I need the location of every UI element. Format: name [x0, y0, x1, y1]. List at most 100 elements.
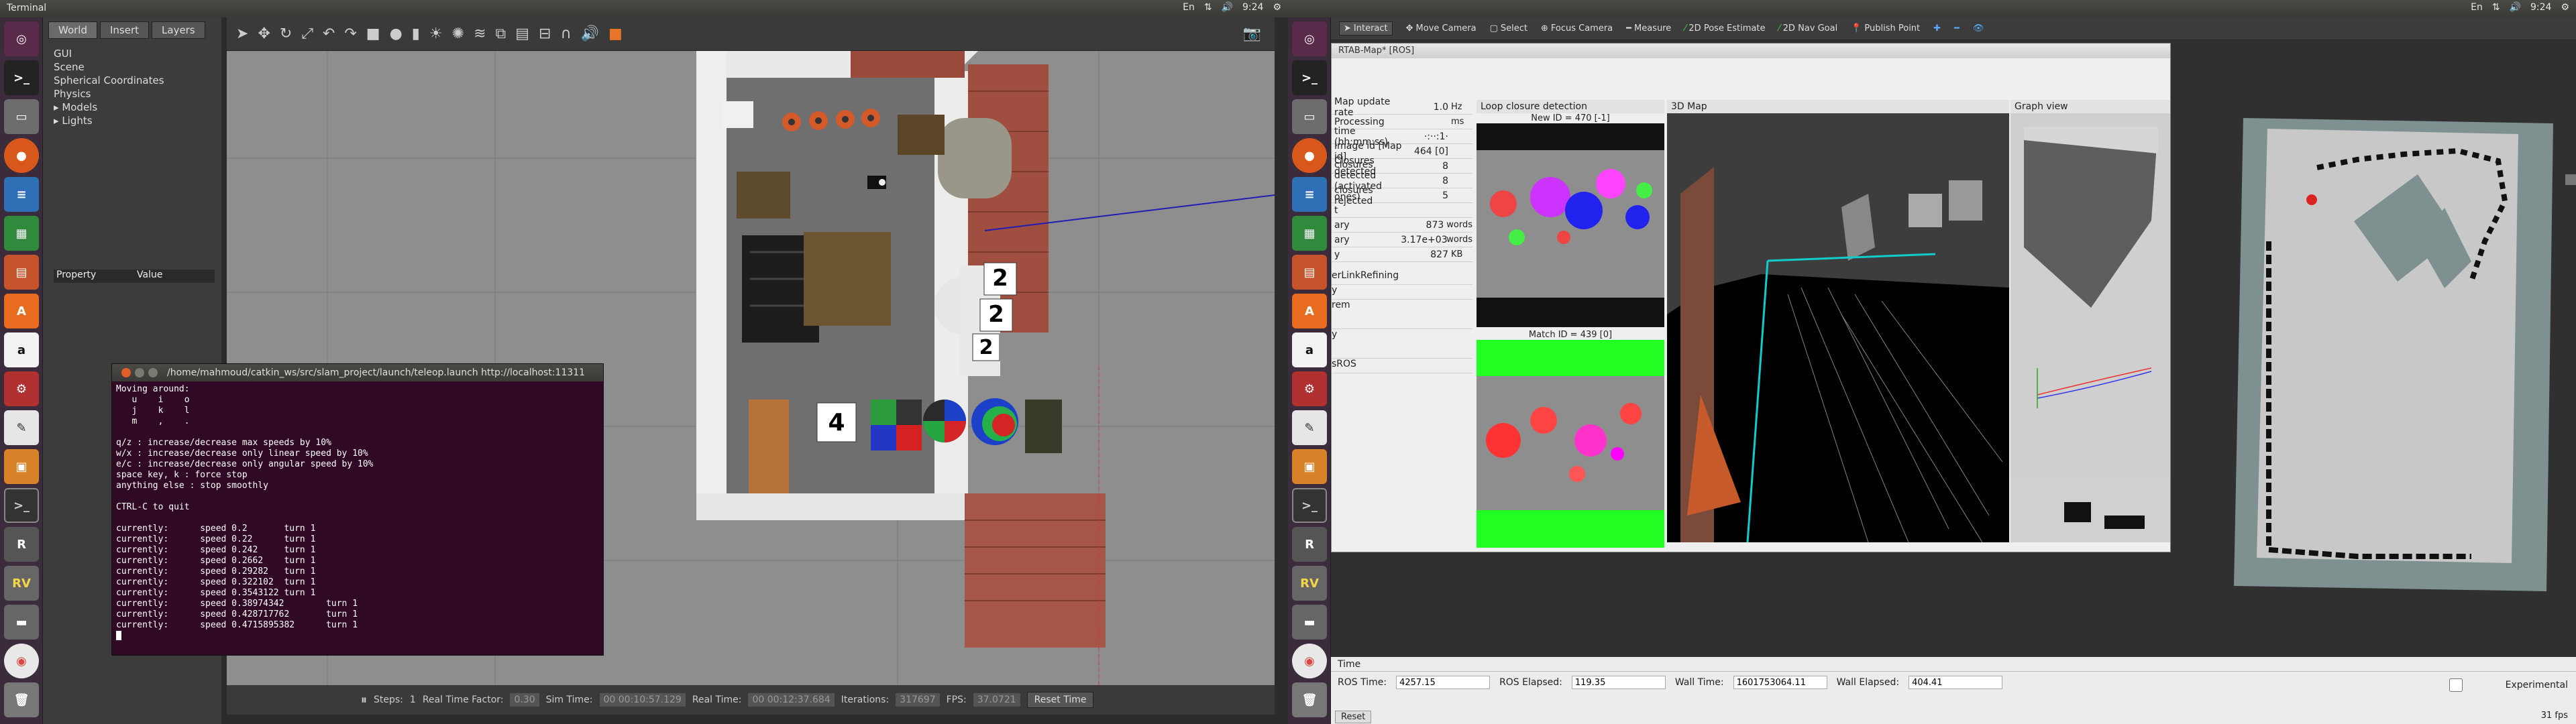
box-icon[interactable]: ▣ — [1292, 449, 1327, 484]
select-tool-icon[interactable]: ➤ — [236, 25, 248, 42]
firefox-icon[interactable]: ● — [4, 138, 39, 173]
experimental-option[interactable]: Experimental — [2408, 678, 2568, 692]
tree-item-physics[interactable]: Physics — [54, 87, 211, 101]
settings-app-icon[interactable]: ⚙ — [1292, 371, 1327, 406]
terminal2-icon[interactable]: >_ — [4, 488, 39, 523]
disk-icon[interactable]: ▬ — [1292, 605, 1327, 640]
snap-icon[interactable]: ∩ — [560, 25, 571, 42]
tool-select[interactable]: ▢ Select — [1490, 23, 1527, 34]
tool-interact[interactable]: ➤ Interact — [1339, 21, 1393, 36]
map3d-view[interactable] — [1667, 113, 2009, 543]
trash-icon[interactable]: 🗑 — [1292, 682, 1327, 717]
box-shape-icon[interactable]: ■ — [366, 25, 380, 42]
keyboard-indicator[interactable]: En — [2471, 2, 2483, 13]
dirlight-icon[interactable]: ≋ — [474, 25, 486, 42]
disk-icon[interactable]: ▬ — [4, 605, 39, 640]
reset-button[interactable]: Reset — [1335, 711, 1372, 723]
box-icon[interactable]: ▣ — [4, 449, 39, 484]
settings-icon[interactable]: ⚙ — [1273, 2, 1281, 13]
impress-icon[interactable]: ▤ — [4, 255, 39, 290]
impress-icon[interactable]: ▤ — [1292, 255, 1327, 290]
tree-item-models[interactable]: ▸ Models — [54, 101, 211, 114]
ros-time-field[interactable] — [1396, 676, 1491, 689]
side-item-2[interactable]: y — [1332, 285, 1472, 300]
align-icon[interactable]: ⊟ — [539, 25, 551, 42]
network-icon[interactable]: ⇅ — [1204, 2, 1212, 13]
audio-icon[interactable]: 🔊 — [581, 25, 599, 42]
rviz2-icon[interactable]: RV — [4, 566, 39, 601]
text-editor-icon[interactable]: ✎ — [4, 410, 39, 445]
ros-elapsed-field[interactable] — [1571, 676, 1666, 689]
paste-icon[interactable]: ▤ — [515, 25, 529, 42]
terminal2-icon[interactable]: >_ — [1292, 488, 1327, 523]
rtabmap-window[interactable]: RTAB-Map* [ROS] Map update rate 1.0 Hz Proc… — [1331, 43, 2171, 552]
calc-icon[interactable]: ▦ — [4, 216, 39, 251]
redo-icon[interactable]: ↷ — [344, 25, 356, 42]
chrome-icon[interactable]: ◉ — [1292, 644, 1327, 678]
experimental-checkbox[interactable] — [2408, 678, 2503, 692]
chrome-icon[interactable]: ◉ — [4, 644, 39, 678]
pointlight-icon[interactable]: ☀ — [429, 25, 443, 42]
camera-type-icon[interactable]: 👁 — [1973, 23, 1984, 34]
translate-tool-icon[interactable]: ✥ — [258, 25, 270, 42]
tab-layers[interactable]: Layers — [152, 21, 205, 39]
side-item-5[interactable]: sROS — [1332, 359, 1472, 373]
plus-icon[interactable]: ✚ — [1933, 23, 1941, 34]
terminal-titlebar[interactable]: /home/mahmoud/catkin_ws/src/slam_project… — [112, 364, 603, 381]
tab-world[interactable]: World — [48, 21, 97, 39]
map3d-panel[interactable]: 3D Map — [1667, 100, 2009, 543]
tool-move-camera[interactable]: ✥ Move Camera — [1406, 23, 1477, 34]
rviz-icon[interactable]: R — [4, 527, 39, 562]
sphere-shape-icon[interactable]: ● — [390, 25, 402, 42]
tool-publish-point[interactable]: 📍 Publish Point — [1851, 23, 1920, 34]
software-icon[interactable]: A — [4, 294, 39, 328]
minus-icon[interactable]: ━ — [1954, 23, 1960, 34]
orange-view-icon[interactable]: ■ — [608, 25, 623, 42]
clock[interactable]: 9:24 — [2530, 2, 2551, 13]
tab-insert[interactable]: Insert — [100, 21, 150, 39]
calc-icon[interactable]: ▦ — [1292, 216, 1327, 251]
writer-icon[interactable]: ≡ — [4, 177, 39, 212]
spotlight-icon[interactable]: ✺ — [452, 25, 464, 42]
terminal-icon[interactable]: >_ — [4, 60, 39, 95]
graph-view[interactable] — [2010, 113, 2170, 542]
cylinder-shape-icon[interactable]: ▮ — [412, 25, 420, 42]
text-editor-icon[interactable]: ✎ — [1292, 410, 1327, 445]
terminal-icon[interactable]: >_ — [1292, 60, 1327, 95]
clock[interactable]: 9:24 — [1242, 2, 1263, 13]
amazon-icon[interactable]: a — [4, 333, 39, 367]
wall-time-field[interactable] — [1733, 676, 1827, 689]
terminal-window[interactable]: /home/mahmoud/catkin_ws/src/slam_project… — [111, 363, 604, 656]
writer-icon[interactable]: ≡ — [1292, 177, 1327, 212]
tool-nav-goal[interactable]: ⁄ 2D Nav Goal — [1778, 23, 1837, 34]
maximize-icon[interactable] — [148, 368, 158, 377]
scale-tool-icon[interactable]: ⤢ — [301, 25, 313, 42]
pause-button[interactable]: ⏸ — [361, 693, 367, 707]
close-icon[interactable] — [121, 368, 131, 377]
terminal-output[interactable]: Moving around: u i o j k l m , . q/z : in… — [112, 381, 603, 646]
tree-item-gui[interactable]: GUI — [54, 47, 211, 60]
rotate-tool-icon[interactable]: ↻ — [280, 25, 292, 42]
files-icon[interactable]: ▭ — [1292, 99, 1327, 134]
reset-time-button[interactable]: Reset Time — [1026, 692, 1094, 708]
side-item-1[interactable]: erLinkRefining — [1332, 270, 1472, 285]
tool-pose-estimate[interactable]: ⁄ 2D Pose Estimate — [1684, 23, 1765, 34]
copy-icon[interactable]: ⧉ — [496, 25, 506, 42]
keyboard-indicator[interactable]: En — [1183, 2, 1195, 13]
settings-icon[interactable]: ⚙ — [2561, 2, 2569, 13]
minimize-icon[interactable] — [135, 368, 144, 377]
dash-icon[interactable]: ◎ — [4, 21, 39, 56]
volume-icon[interactable]: 🔊 — [1222, 2, 1233, 13]
network-icon[interactable]: ⇅ — [2492, 2, 2500, 13]
rviz2-icon[interactable]: RV — [1292, 566, 1327, 601]
wall-elapsed-field[interactable] — [1909, 676, 2003, 689]
rviz-icon[interactable]: R — [1292, 527, 1327, 562]
dash-icon[interactable]: ◎ — [1292, 21, 1327, 56]
tool-focus-camera[interactable]: ⊕ Focus Camera — [1541, 23, 1613, 34]
files-icon[interactable]: ▭ — [4, 99, 39, 134]
graph-view-panel[interactable]: Graph view — [2010, 100, 2170, 542]
tree-item-coords[interactable]: Spherical Coordinates — [54, 74, 211, 87]
steps-value[interactable]: 1 — [410, 695, 416, 705]
settings-app-icon[interactable]: ⚙ — [4, 371, 39, 406]
amazon-icon[interactable]: a — [1292, 333, 1327, 367]
